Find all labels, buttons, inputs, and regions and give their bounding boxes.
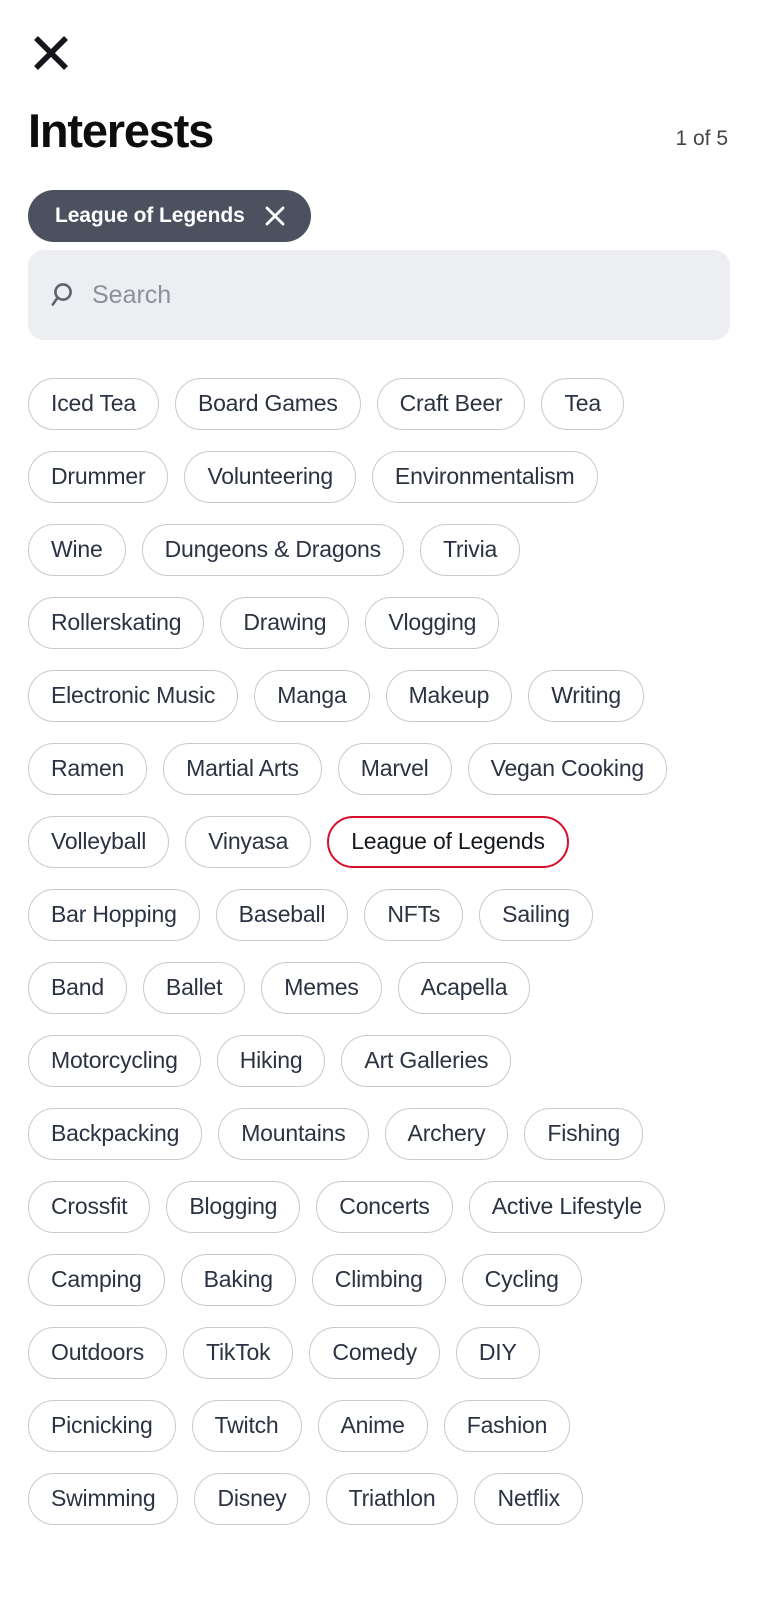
chip-row: Backpacking Mountains Archery Fishing [28, 1097, 766, 1170]
step-counter: 1 of 5 [675, 127, 728, 150]
interest-chip[interactable]: Fishing [524, 1107, 644, 1160]
chip-row: Camping Baking Climbing Cycling [28, 1243, 766, 1316]
interest-chip[interactable]: Ballet [142, 961, 246, 1014]
interest-chip[interactable]: Climbing [311, 1253, 446, 1306]
interest-chip[interactable]: Acapella [397, 961, 531, 1014]
interest-chip[interactable]: Blogging [166, 1180, 301, 1233]
search-input[interactable] [92, 275, 708, 315]
chip-row: Drummer Volunteering Environmentalism [28, 440, 766, 513]
header-close-row [0, 0, 766, 84]
search-box[interactable] [28, 250, 730, 340]
interest-chip[interactable]: Triathlon [325, 1472, 459, 1525]
chip-row: Picnicking Twitch Anime Fashion [28, 1389, 766, 1462]
interest-chip[interactable]: Concerts [316, 1180, 453, 1233]
interest-chip[interactable]: Memes [261, 961, 382, 1014]
interest-chip[interactable]: Trivia [419, 523, 521, 576]
interest-chip[interactable]: Cycling [461, 1253, 582, 1306]
header-title-row: Interests 1 of 5 [0, 84, 766, 154]
interest-chip[interactable]: Baseball [215, 888, 349, 941]
interest-chip[interactable]: Disney [194, 1472, 310, 1525]
chip-row: Outdoors TikTok Comedy DIY [28, 1316, 766, 1389]
interest-chip[interactable]: Electronic Music [28, 669, 239, 722]
interest-chip[interactable]: Mountains [218, 1107, 369, 1160]
interest-chip[interactable]: Outdoors [28, 1326, 168, 1379]
page-title: Interests [28, 104, 214, 157]
interest-chip[interactable]: Volleyball [28, 815, 170, 868]
chip-row: Iced Tea Board Games Craft Beer Tea [28, 367, 766, 440]
selected-interests-container: League of Legends [0, 154, 766, 250]
interest-chip[interactable]: Anime [317, 1399, 428, 1452]
chip-row: Bar Hopping Baseball NFTs Sailing [28, 878, 766, 951]
interest-chip[interactable]: Vegan Cooking [467, 742, 668, 795]
interest-chip[interactable]: DIY [455, 1326, 540, 1379]
chip-row: Band Ballet Memes Acapella [28, 951, 766, 1024]
interest-chip[interactable]: Environmentalism [371, 450, 598, 503]
interest-chip[interactable]: Archery [384, 1107, 509, 1160]
chip-row: Electronic Music Manga Makeup Writing [28, 659, 766, 732]
interest-chip[interactable]: Comedy [309, 1326, 440, 1379]
close-button[interactable] [28, 30, 74, 76]
interest-chip[interactable]: Volunteering [184, 450, 356, 503]
close-icon [34, 36, 68, 70]
chip-row: Volleyball Vinyasa League of Legends [28, 805, 766, 878]
chip-row: Wine Dungeons & Dragons Trivia [28, 513, 766, 586]
interest-chip[interactable]: Drummer [28, 450, 169, 503]
interest-chip[interactable]: Drawing [220, 596, 350, 649]
chip-row: Swimming Disney Triathlon Netflix [28, 1462, 766, 1535]
interest-chip[interactable]: Makeup [385, 669, 513, 722]
interest-chip[interactable]: Fashion [443, 1399, 571, 1452]
interest-chip[interactable]: Bar Hopping [28, 888, 200, 941]
interest-chip[interactable]: Tea [541, 377, 624, 430]
interest-chip[interactable]: Martial Arts [163, 742, 322, 795]
interest-chip[interactable]: Motorcycling [28, 1034, 201, 1087]
chip-row: Ramen Martial Arts Marvel Vegan Cooking [28, 732, 766, 805]
interests-screen: Interests 1 of 5 League of Legends Iced … [0, 0, 766, 1600]
search-container [0, 250, 766, 340]
interest-chip[interactable]: Hiking [216, 1034, 326, 1087]
selected-interest-label: League of Legends [55, 204, 245, 227]
interest-chip[interactable]: Camping [28, 1253, 165, 1306]
interest-chip[interactable]: Crossfit [28, 1180, 151, 1233]
chip-row: Motorcycling Hiking Art Galleries [28, 1024, 766, 1097]
chip-row: Rollerskating Drawing Vlogging [28, 586, 766, 659]
interest-chip[interactable]: Manga [254, 669, 370, 722]
interest-chip[interactable]: Band [28, 961, 127, 1014]
selected-interest-chip[interactable]: League of Legends [28, 190, 311, 242]
interest-chip[interactable]: Iced Tea [28, 377, 159, 430]
interest-chip[interactable]: Vlogging [365, 596, 500, 649]
search-icon [51, 283, 72, 306]
interest-chip[interactable]: Ramen [28, 742, 148, 795]
remove-selected-interest-button[interactable] [263, 204, 287, 228]
interest-chip[interactable]: Backpacking [28, 1107, 203, 1160]
interest-chip[interactable]: Marvel [337, 742, 452, 795]
close-icon [265, 206, 285, 226]
interest-chip-selected[interactable]: League of Legends [327, 815, 569, 868]
interest-chip[interactable]: Art Galleries [341, 1034, 512, 1087]
interest-chip[interactable]: Picnicking [28, 1399, 176, 1452]
interest-chips-grid: Iced Tea Board Games Craft Beer Tea Drummer V… [0, 340, 766, 1600]
interest-chip[interactable]: Writing [528, 669, 644, 722]
chip-row: Crossfit Blogging Concerts Active Lifestyle [28, 1170, 766, 1243]
interest-chip[interactable]: TikTok [183, 1326, 294, 1379]
interest-chip[interactable]: Netflix [474, 1472, 583, 1525]
interest-chip[interactable]: Wine [28, 523, 126, 576]
interest-chip[interactable]: Active Lifestyle [468, 1180, 665, 1233]
interest-chip[interactable]: Twitch [191, 1399, 302, 1452]
interest-chip[interactable]: Vinyasa [185, 815, 312, 868]
interest-chip[interactable]: Craft Beer [376, 377, 526, 430]
interest-chip[interactable]: Dungeons & Dragons [141, 523, 404, 576]
interest-chip[interactable]: Board Games [174, 377, 361, 430]
interest-chip[interactable]: Baking [180, 1253, 296, 1306]
interest-chip[interactable]: Swimming [28, 1472, 179, 1525]
interest-chip[interactable]: Sailing [479, 888, 593, 941]
interest-chip[interactable]: Rollerskating [28, 596, 205, 649]
interest-chip[interactable]: NFTs [364, 888, 464, 941]
